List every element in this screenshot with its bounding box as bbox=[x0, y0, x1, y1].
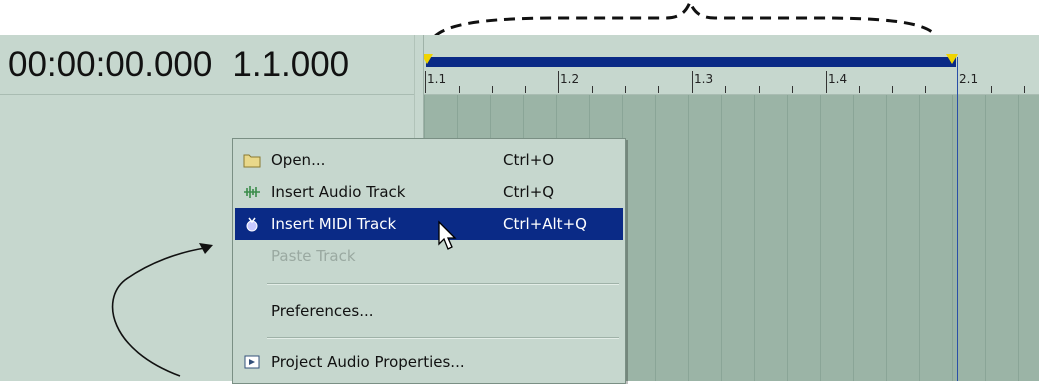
menu-item-insert-audio-track-label: Insert Audio Track bbox=[271, 183, 406, 201]
menu-item-insert-audio-track-shortcut: Ctrl+Q bbox=[503, 183, 555, 201]
context-menu: Open... Ctrl+O Insert Audio Track Ctrl+Q… bbox=[232, 138, 626, 384]
menu-item-insert-midi-track-shortcut: Ctrl+Alt+Q bbox=[503, 215, 587, 233]
ruler-label-1-2: 1.2 bbox=[560, 72, 580, 86]
menu-item-paste-track-label: Paste Track bbox=[271, 247, 356, 265]
time-display: 00:00:00.000 1.1.000 bbox=[0, 35, 414, 95]
menu-item-open-label: Open... bbox=[271, 151, 326, 169]
menu-item-project-audio-properties[interactable]: Project Audio Properties... bbox=[235, 346, 623, 378]
menu-item-preferences[interactable]: Preferences... bbox=[235, 295, 623, 327]
timeline-ruler[interactable]: 1.1 1.2 1.3 1.4 2.1 bbox=[424, 35, 1039, 95]
menu-item-project-audio-properties-label: Project Audio Properties... bbox=[271, 353, 465, 371]
ruler-label-1-4: 1.4 bbox=[828, 72, 848, 86]
midi-track-icon bbox=[241, 215, 263, 233]
loop-start-marker[interactable] bbox=[424, 54, 433, 64]
properties-icon bbox=[241, 353, 263, 371]
folder-icon bbox=[241, 151, 263, 169]
measure-display: 1.1.000 bbox=[232, 44, 350, 84]
ruler-label-1-3: 1.3 bbox=[694, 72, 714, 86]
menu-item-open-shortcut: Ctrl+O bbox=[503, 151, 555, 169]
menu-item-insert-audio-track[interactable]: Insert Audio Track Ctrl+Q bbox=[235, 176, 623, 208]
menu-item-insert-midi-track-label: Insert MIDI Track bbox=[271, 215, 397, 233]
mouse-pointer-icon bbox=[438, 220, 457, 250]
menu-item-insert-midi-track[interactable]: Insert MIDI Track Ctrl+Alt+Q bbox=[235, 208, 623, 240]
menu-item-preferences-label: Preferences... bbox=[271, 302, 374, 320]
timecode-display: 00:00:00.000 bbox=[8, 44, 213, 84]
ruler-label-2-1: 2.1 bbox=[959, 72, 979, 86]
loop-region-bar[interactable] bbox=[426, 57, 956, 67]
menu-item-paste-track[interactable]: Paste Track bbox=[235, 240, 623, 272]
playhead-line bbox=[957, 57, 958, 381]
ruler-label-1-1: 1.1 bbox=[427, 72, 447, 86]
menu-item-open[interactable]: Open... Ctrl+O bbox=[235, 144, 623, 176]
audio-track-icon bbox=[241, 183, 263, 201]
